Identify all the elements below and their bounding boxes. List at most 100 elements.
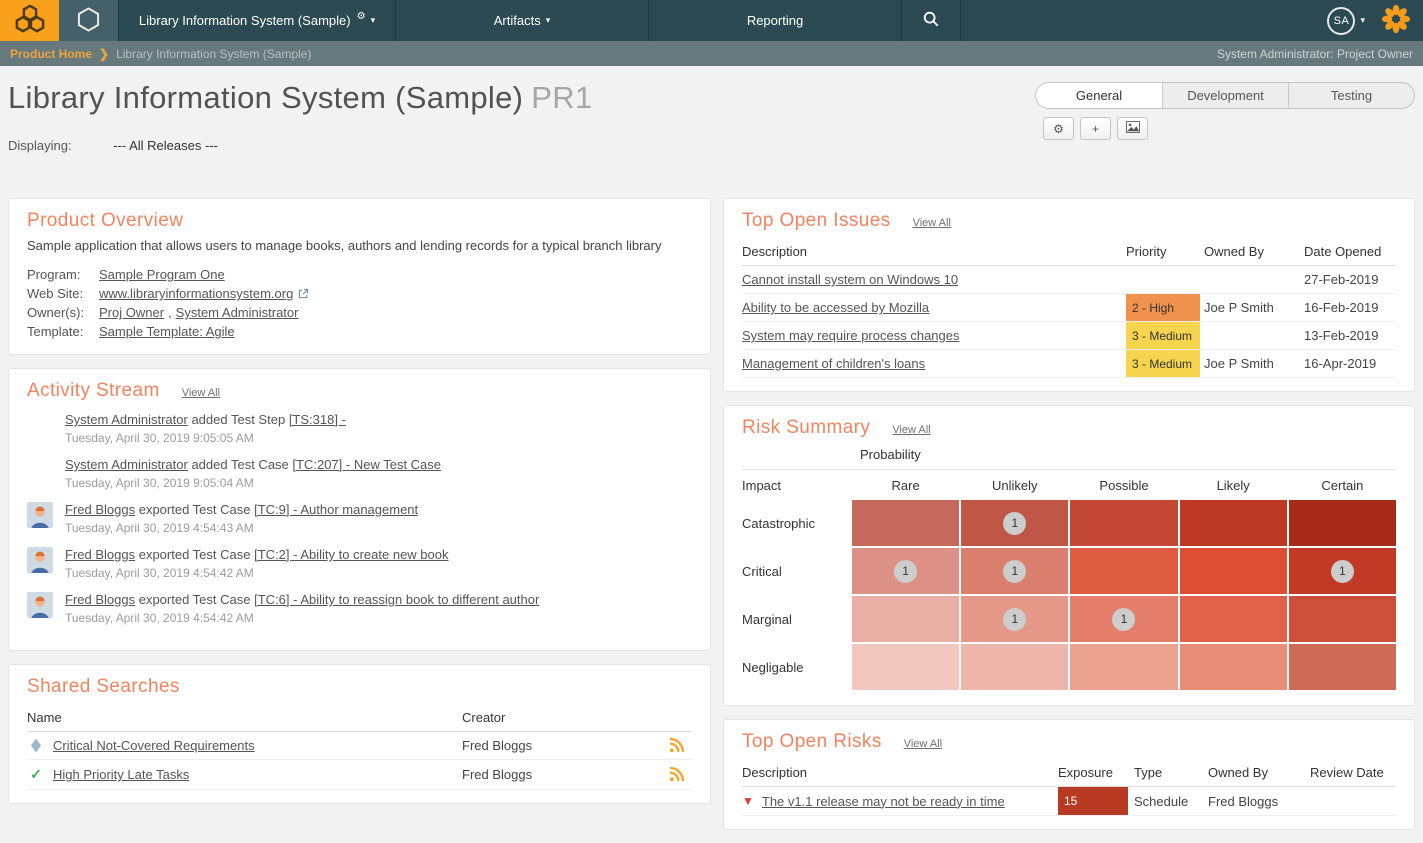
- snapshot-button[interactable]: [1117, 117, 1148, 140]
- shared-search-link[interactable]: Critical Not-Covered Requirements: [53, 738, 255, 753]
- risk-cell[interactable]: [852, 644, 960, 690]
- activity-item: Fred Bloggs exported Test Case [TC:9] - …: [27, 502, 692, 535]
- search-button[interactable]: [902, 0, 961, 41]
- activity-user-link[interactable]: Fred Bloggs: [65, 592, 135, 607]
- risk-cell[interactable]: [1070, 500, 1178, 546]
- template-field: Template: Sample Template: Agile: [27, 322, 692, 341]
- issue-link[interactable]: System may require process changes: [742, 328, 959, 343]
- program-label: Program:: [27, 267, 81, 282]
- product-menu-label: Library Information System (Sample): [138, 13, 351, 28]
- activity-artifact-link[interactable]: [TS:318] -: [289, 412, 346, 427]
- plus-icon: +: [1091, 121, 1099, 136]
- top-navigation-bar: Library Information System (Sample) ⚙ ▾ …: [0, 0, 1423, 41]
- product-name: Library Information System (Sample): [8, 80, 524, 115]
- issue-link[interactable]: Management of children's loans: [742, 356, 925, 371]
- risk-cell[interactable]: [1288, 500, 1396, 546]
- risk-cell[interactable]: 1: [1288, 548, 1396, 594]
- activity-view-all-link[interactable]: View All: [182, 387, 220, 399]
- risk-matrix-header: Impact Rare Unlikely Possible Likely Cer…: [742, 478, 1364, 493]
- rss-icon[interactable]: [669, 738, 692, 753]
- shared-search-row: ✓ High Priority Late Tasks Fred Bloggs: [27, 760, 692, 790]
- reporting-menu[interactable]: Reporting: [649, 0, 902, 41]
- release-filter-value[interactable]: --- All Releases ---: [113, 138, 218, 153]
- risk-matrix-row: Negligable: [742, 644, 1396, 690]
- risk-link[interactable]: The v1.1 release may not be ready in tim…: [762, 794, 1005, 809]
- dashboard-settings-button[interactable]: ⚙: [1043, 117, 1074, 140]
- website-link[interactable]: www.libraryinformationsystem.org: [99, 284, 293, 303]
- risk-cell[interactable]: 1: [961, 500, 1069, 546]
- risk-cell[interactable]: [852, 500, 960, 546]
- risk-view-all-link[interactable]: View All: [892, 424, 930, 436]
- product-overview-card: Product Overview Sample application that…: [8, 198, 711, 355]
- risk-cell[interactable]: [1179, 500, 1287, 546]
- risk-cell[interactable]: [961, 644, 1069, 690]
- activity-user-link[interactable]: Fred Bloggs: [65, 547, 135, 562]
- product-menu[interactable]: Library Information System (Sample) ⚙ ▾: [118, 0, 396, 41]
- column-date-opened: Date Opened: [1304, 244, 1382, 259]
- add-widget-button[interactable]: +: [1080, 117, 1111, 140]
- tab-general[interactable]: General: [1036, 83, 1162, 108]
- breadcrumb-home-link[interactable]: Product Home: [10, 47, 92, 61]
- user-role-label: System Administrator: Project Owner: [1216, 46, 1413, 61]
- risk-cell[interactable]: [852, 596, 960, 642]
- program-link[interactable]: Sample Program One: [99, 265, 225, 284]
- app-root: Library Information System (Sample) ⚙ ▾ …: [0, 0, 1423, 843]
- issues-view-all-link[interactable]: View All: [913, 217, 951, 229]
- issue-owner: [1204, 322, 1304, 349]
- activity-user-link[interactable]: Fred Bloggs: [65, 502, 135, 517]
- activity-user-link[interactable]: System Administrator: [65, 412, 188, 427]
- risks-view-all-link[interactable]: View All: [904, 738, 942, 750]
- activity-artifact-link[interactable]: [TC:9] - Author management: [254, 502, 418, 517]
- risk-cell[interactable]: 1: [961, 596, 1069, 642]
- activity-artifact-link[interactable]: [TC:2] - Ability to create new book: [254, 547, 448, 562]
- tab-testing[interactable]: Testing: [1288, 83, 1414, 108]
- risk-count-badge: 1: [1003, 559, 1027, 583]
- external-link-icon: [298, 288, 309, 299]
- owner-link-1[interactable]: Proj Owner: [99, 303, 164, 322]
- activity-artifact-link[interactable]: [TC:207] - New Test Case: [292, 457, 441, 472]
- system-administration-button[interactable]: [1381, 0, 1411, 41]
- issue-link[interactable]: Ability to be accessed by Mozilla: [742, 300, 929, 315]
- exposure-badge: 15: [1058, 787, 1128, 815]
- activity-item: System Administrator added Test Case [TC…: [27, 457, 692, 490]
- activity-artifact-link[interactable]: [TC:6] - Ability to reassign book to dif…: [254, 592, 539, 607]
- risk-cell[interactable]: [1288, 596, 1396, 642]
- dashboard-toolbar: ⚙ +: [1043, 117, 1148, 140]
- risk-cell[interactable]: [1179, 548, 1287, 594]
- owner-link-2[interactable]: System Administrator: [176, 303, 299, 322]
- search-icon: [922, 10, 940, 31]
- activity-user-link[interactable]: System Administrator: [65, 457, 188, 472]
- owners-label: Owner(s):: [27, 305, 85, 320]
- probability-axis-label: Probability: [742, 445, 1396, 470]
- risk-cell[interactable]: [1179, 596, 1287, 642]
- shared-searches-header: Name Creator: [27, 704, 692, 732]
- template-link[interactable]: Sample Template: Agile: [99, 322, 235, 341]
- column-exposure: Exposure: [1058, 765, 1113, 780]
- risk-cell[interactable]: [1179, 644, 1287, 690]
- user-avatar: [27, 592, 53, 618]
- risk-cell[interactable]: 1: [961, 548, 1069, 594]
- app-logo[interactable]: [0, 0, 59, 41]
- user-menu[interactable]: SA ▾: [1327, 0, 1365, 41]
- issue-link[interactable]: Cannot install system on Windows 10: [742, 272, 958, 287]
- risk-count-badge: 1: [1112, 607, 1136, 631]
- risk-cell[interactable]: [1070, 644, 1178, 690]
- risk-cell[interactable]: 1: [1070, 596, 1178, 642]
- rss-icon[interactable]: [669, 767, 692, 782]
- risk-cell[interactable]: [1288, 644, 1396, 690]
- risk-cell[interactable]: [1070, 548, 1178, 594]
- column-review-date: Review Date: [1310, 765, 1384, 780]
- reporting-menu-label: Reporting: [746, 13, 804, 28]
- risk-matrix-row: Marginal 1 1: [742, 596, 1396, 642]
- tab-development[interactable]: Development: [1162, 83, 1288, 108]
- product-home-button[interactable]: [59, 0, 118, 41]
- breadcrumb-current: Library Information System (Sample): [116, 46, 312, 61]
- risk-cell[interactable]: 1: [852, 548, 960, 594]
- artifacts-menu[interactable]: Artifacts ▾: [396, 0, 649, 41]
- website-field: Web Site: www.libraryinformationsystem.o…: [27, 284, 692, 303]
- column-priority: Priority: [1126, 244, 1167, 259]
- shared-searches-card: Shared Searches Name Creator Critical No…: [8, 664, 711, 804]
- shared-search-link[interactable]: High Priority Late Tasks: [53, 767, 189, 782]
- activity-action: exported Test Case: [138, 502, 251, 517]
- column-owned-by: Owned By: [1204, 244, 1264, 259]
